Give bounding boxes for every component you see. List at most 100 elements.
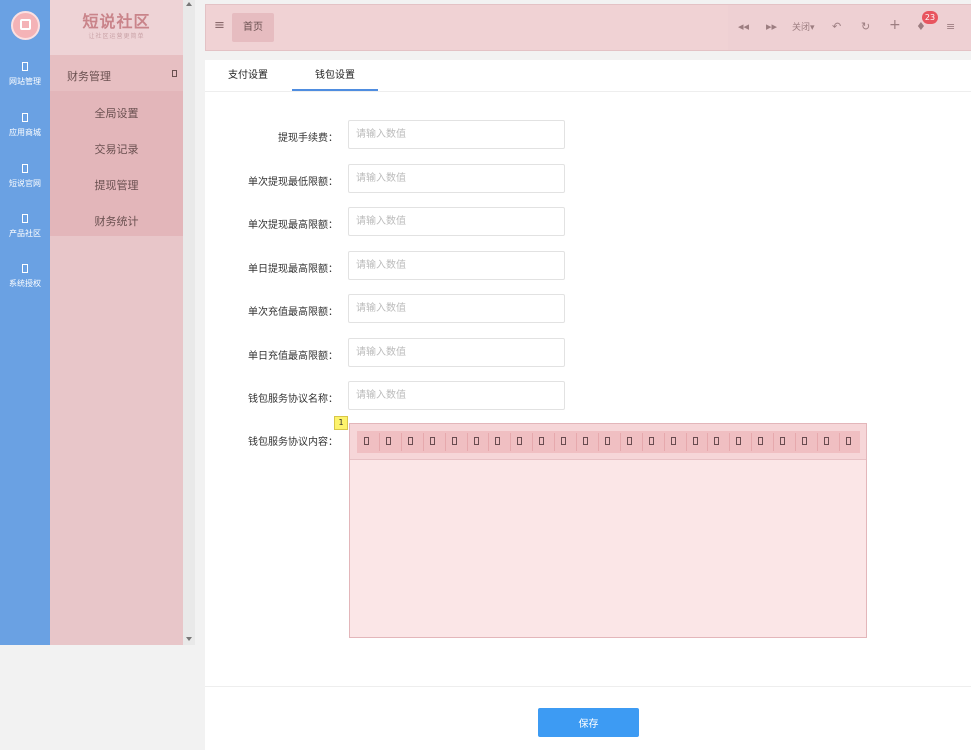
rail-item-official-site[interactable]: 短说官网 [0,154,50,202]
box-icon [22,62,28,71]
editor-toolbar-separator [597,433,599,451]
more-menu-icon[interactable]: ≡ [946,20,955,33]
agreement-content-editor[interactable] [349,423,867,638]
scroll-down-icon[interactable] [186,637,192,641]
editor-tool-icon[interactable] [823,437,829,445]
content-panel: 支付设置 钱包设置 提现手续费： 单次提现最低限额： 单次提现最高限额： 单日提现最高… [205,60,971,750]
editor-toolbar-separator [576,433,577,451]
editor-toolbar-separator [554,433,556,451]
close-tabs-dropdown[interactable]: 关闭▾ [792,20,815,33]
editor-toolbar-separator [663,433,665,451]
editor-tool-icon[interactable] [473,437,479,445]
sidebar-header: 短说社区 让社区运营更简单 [50,0,183,55]
sidebar: 短说社区 让社区运营更简单 财务管理 全局设置 交易记录 提现管理 财务统计 [50,0,183,645]
editor-tool-icon[interactable] [626,437,632,445]
box-icon [22,164,28,173]
sidebar-menu: 财务管理 全局设置 交易记录 提现管理 财务统计 [50,55,183,236]
editor-tool-icon[interactable] [604,437,610,445]
single-withdraw-min-input[interactable] [348,163,565,193]
field-label: 单次充值最高限额： [248,307,338,318]
agreement-name-input[interactable] [348,381,565,410]
editor-tool-icon[interactable] [802,437,807,445]
rail-item-product-community[interactable]: 产品社区 [0,204,50,252]
field-label: 单次提现最高限额： [248,220,338,231]
tab-home[interactable]: 首页 [232,13,274,42]
editor-tool-icon[interactable] [714,437,720,445]
add-icon[interactable]: + [889,17,901,33]
brand-slogan: 让社区运营更简单 [88,33,145,40]
field-label: 钱包服务协议名称： [248,394,338,405]
box-icon [22,264,28,273]
editor-tool-icon[interactable] [429,437,435,445]
editor-tool-icon[interactable] [407,437,413,445]
scroll-tabs-left-icon[interactable]: ◂◂ [738,20,749,33]
box-icon [22,214,28,223]
editor-toolbar [350,424,866,460]
editor-tool-icon[interactable] [692,437,698,445]
editor-tool-icon[interactable] [845,437,851,445]
editor-toolbar-separator [729,433,731,451]
footer-divider [205,686,971,687]
back-icon[interactable]: ↶ [832,20,841,33]
editor-tool-icon[interactable] [451,437,457,445]
editor-tool-icon[interactable] [517,437,523,445]
scroll-tabs-right-icon[interactable]: ▸▸ [766,20,777,33]
notification-badge: 23 [922,11,938,24]
refresh-icon[interactable]: ↻ [861,20,870,33]
sidebar-scrollbar[interactable] [183,0,195,645]
editor-tool-icon[interactable] [561,437,567,445]
editor-toolbar-separator [816,433,818,451]
editor-tool-icon[interactable] [780,437,786,445]
sidebar-item-global-settings[interactable]: 全局设置 [50,105,183,121]
rail-item-label: 产品社区 [9,229,41,238]
editor-toolbar-separator [751,433,753,451]
editor-tool-icon[interactable] [364,437,369,445]
editor-toolbar-separator [400,433,402,451]
scroll-up-icon[interactable] [186,2,192,6]
rail-item-system-license[interactable]: 系统授权 [0,254,50,302]
editor-tool-icon[interactable] [495,437,501,445]
sidebar-item-transactions[interactable]: 交易记录 [50,141,183,157]
editor-tool-icon[interactable] [670,437,676,445]
editor-tool-icon[interactable] [736,437,742,445]
editor-tool-icon[interactable] [539,437,545,445]
editor-toolbar-separator [773,433,775,451]
editor-toolbar-separator [510,433,512,451]
rail-item-app-store[interactable]: 应用商城 [0,103,50,151]
field-label: 钱包服务协议内容： [248,437,338,448]
daily-recharge-max-input[interactable] [348,337,565,367]
app-logo-icon[interactable] [11,11,40,40]
tab-payment-settings[interactable]: 支付设置 [217,60,279,91]
editor-toolbar-separator [795,433,796,451]
save-button[interactable]: 保存 [538,708,639,737]
daily-withdraw-max-input[interactable] [348,250,565,280]
tab-wallet-settings[interactable]: 钱包设置 [292,60,378,91]
editor-toolbar-separator [422,433,424,451]
field-label: 单次提现最低限额： [248,176,338,188]
sidebar-item-finance-stats[interactable]: 财务统计 [50,213,183,229]
top-bar: ≡ 首页 ◂◂ ▸▸ 关闭▾ ↶ ↻ + ♦ 23 ≡ [205,4,971,51]
tab-divider [205,91,971,92]
rail-item-site-management[interactable]: 网站管理 [0,52,50,100]
rail-item-label: 系统授权 [9,279,41,288]
menu-toggle-icon[interactable]: ≡ [214,18,225,33]
sidebar-section-finance[interactable]: 财务管理 [50,55,183,91]
editor-tool-icon[interactable] [385,437,391,445]
editor-toolbar-separator [685,433,687,451]
topbar-actions: ◂◂ ▸▸ 关闭▾ ↶ ↻ + ♦ 23 ≡ [728,5,971,50]
editor-marker-badge: 1 [334,416,348,430]
editor-toolbar-buttons [357,431,860,453]
editor-toolbar-separator [444,433,446,451]
editor-tool-icon[interactable] [648,437,654,445]
single-recharge-max-input[interactable] [348,294,565,323]
withdraw-fee-input[interactable] [348,120,565,149]
rail-item-label: 短说官网 [9,179,41,188]
editor-tool-icon[interactable] [583,437,588,445]
sidebar-item-withdrawals[interactable]: 提现管理 [50,177,183,193]
field-label: 单日提现最高限额： [248,263,338,275]
brand-logo: 短说社区 [82,12,151,31]
editor-tool-icon[interactable] [758,437,764,445]
single-withdraw-max-input[interactable] [348,207,565,236]
editor-toolbar-separator [707,433,709,451]
rail-item-label: 网站管理 [9,77,41,86]
